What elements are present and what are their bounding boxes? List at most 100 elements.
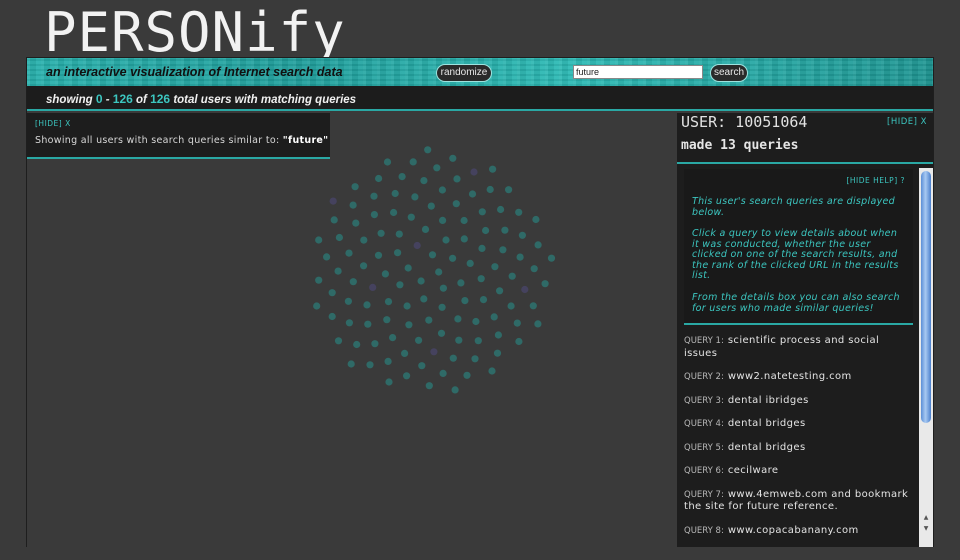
user-dot[interactable] [330, 216, 338, 224]
user-dot[interactable] [471, 355, 479, 363]
user-dot[interactable] [547, 254, 556, 262]
user-dot[interactable] [374, 251, 383, 259]
user-dot[interactable] [383, 316, 391, 324]
user-dot[interactable] [353, 340, 361, 349]
user-dot[interactable] [420, 295, 428, 303]
user-dot[interactable] [315, 276, 323, 284]
user-dot[interactable] [491, 263, 499, 271]
user-dot[interactable] [454, 315, 462, 323]
user-dot[interactable] [438, 303, 446, 311]
user-dot[interactable] [415, 336, 423, 344]
user-dot[interactable] [479, 296, 488, 304]
user-dot[interactable] [424, 146, 432, 154]
user-dot[interactable] [370, 211, 378, 219]
user-dot[interactable] [334, 267, 342, 275]
user-dot[interactable] [515, 337, 523, 346]
user-dot[interactable] [438, 186, 446, 194]
user-dot-cloud[interactable] [27, 113, 677, 547]
user-dot[interactable] [391, 189, 399, 198]
user-dot[interactable] [335, 233, 343, 242]
user-dot[interactable] [439, 284, 447, 292]
user-dot[interactable] [508, 272, 516, 280]
user-dot[interactable] [507, 302, 515, 310]
user-dot[interactable] [360, 262, 368, 270]
scroll-up-icon[interactable]: ▲ [919, 513, 933, 523]
user-dot[interactable] [363, 301, 371, 309]
query-item[interactable]: QUERY 1: scientific process and social is… [684, 335, 916, 360]
user-dot[interactable] [413, 241, 421, 250]
user-dot[interactable] [328, 312, 336, 321]
user-dot[interactable] [385, 378, 393, 386]
user-dot[interactable] [497, 205, 505, 214]
user-dot[interactable] [430, 348, 438, 356]
user-dot[interactable] [347, 360, 355, 368]
user-dot[interactable] [366, 361, 374, 369]
user-dot[interactable] [442, 236, 450, 244]
user-dot[interactable] [323, 253, 331, 261]
user-dot[interactable] [534, 320, 542, 328]
user-dot[interactable] [488, 367, 496, 375]
query-item[interactable]: QUERY 7: www.4emweb.com and bookmark the … [684, 489, 916, 514]
user-dot[interactable] [389, 334, 397, 342]
user-dot[interactable] [521, 285, 529, 294]
randomize-button[interactable]: randomize [436, 64, 492, 82]
user-dot[interactable] [315, 236, 323, 244]
hide-info-button[interactable]: [HIDE] X [35, 119, 71, 128]
user-dot[interactable] [463, 371, 471, 379]
user-dot[interactable] [486, 185, 494, 194]
user-dot[interactable] [460, 235, 468, 243]
user-dot[interactable] [482, 226, 490, 235]
user-dot[interactable] [439, 369, 447, 377]
query-scrollbar[interactable]: ▲ ▼ [919, 168, 933, 547]
query-item[interactable]: QUERY 4: dental bridges [684, 418, 916, 431]
user-dot[interactable] [477, 275, 485, 283]
user-dot[interactable] [532, 215, 540, 224]
user-dot[interactable] [370, 192, 378, 200]
query-item[interactable]: QUERY 2: www2.natetesting.com [684, 371, 916, 384]
user-dot[interactable] [493, 349, 502, 357]
user-dot[interactable] [383, 158, 392, 166]
user-dot[interactable] [345, 249, 353, 257]
user-dot[interactable] [455, 336, 463, 344]
user-dot[interactable] [405, 321, 413, 329]
user-dot[interactable] [433, 164, 441, 172]
query-item[interactable]: QUERY 6: cecilware [684, 465, 916, 478]
user-dot[interactable] [344, 297, 352, 305]
user-dot[interactable] [328, 289, 336, 297]
user-dot[interactable] [360, 236, 368, 244]
user-dot[interactable] [409, 158, 417, 166]
user-dot[interactable] [478, 244, 486, 252]
query-item[interactable]: QUERY 3: dental ibridges [684, 395, 916, 408]
user-dot[interactable] [407, 213, 415, 221]
hide-user-panel-button[interactable]: [HIDE] X [887, 117, 927, 127]
search-button[interactable]: search [710, 64, 748, 82]
hide-help-button[interactable]: [HIDE HELP] ? [846, 176, 905, 185]
user-dot[interactable] [439, 216, 447, 224]
user-dot[interactable] [377, 229, 385, 237]
user-dot[interactable] [478, 208, 486, 216]
user-dot[interactable] [371, 340, 379, 348]
user-dot[interactable] [451, 386, 459, 394]
user-dot[interactable] [468, 190, 477, 198]
user-dot[interactable] [417, 277, 425, 285]
user-dot[interactable] [381, 270, 389, 278]
user-dot[interactable] [398, 173, 406, 181]
user-dot[interactable] [334, 337, 343, 345]
user-dot[interactable] [437, 329, 446, 337]
user-dot[interactable] [489, 165, 497, 173]
user-dot[interactable] [490, 313, 498, 321]
user-dot[interactable] [401, 349, 409, 357]
user-dot[interactable] [449, 354, 457, 362]
user-dot[interactable] [349, 278, 357, 286]
user-dot[interactable] [466, 259, 474, 267]
user-dot[interactable] [351, 183, 359, 191]
user-dot[interactable] [421, 225, 430, 233]
user-dot[interactable] [390, 208, 398, 217]
user-dot[interactable] [435, 268, 443, 276]
user-dot[interactable] [349, 201, 357, 209]
user-dot[interactable] [530, 265, 538, 273]
query-item[interactable]: QUERY 8: www.copacabanany.com [684, 525, 916, 538]
user-dot[interactable] [494, 331, 502, 339]
user-dot[interactable] [505, 186, 513, 194]
user-dot[interactable] [516, 253, 524, 261]
